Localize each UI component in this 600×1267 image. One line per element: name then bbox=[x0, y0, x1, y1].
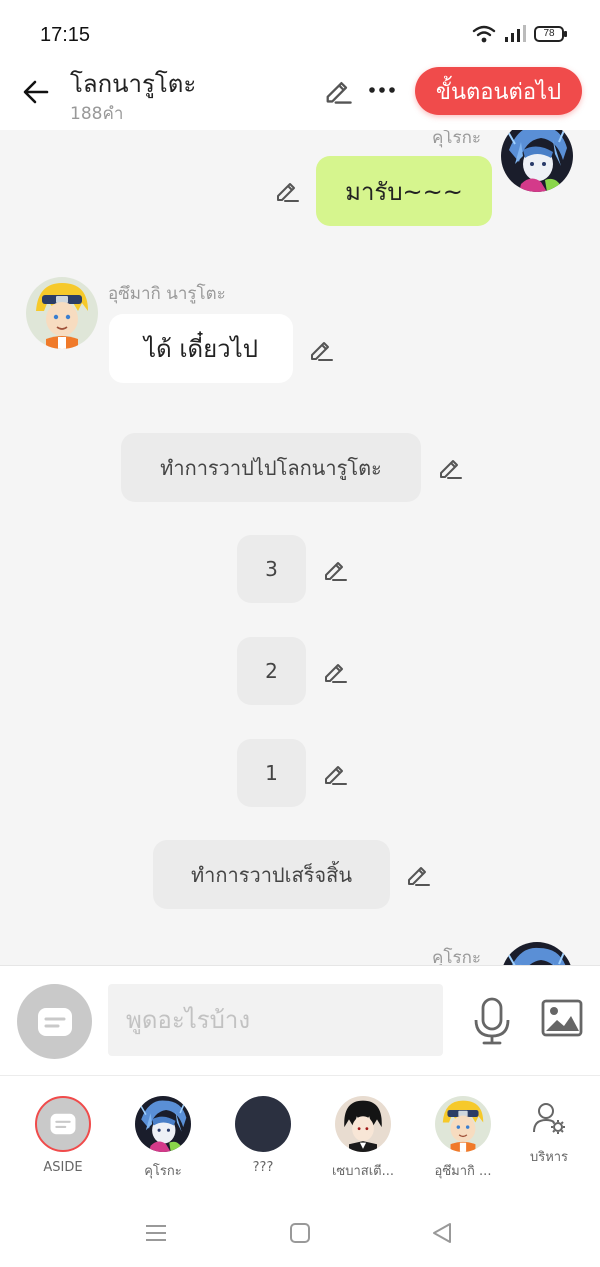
input-bar bbox=[0, 965, 600, 1075]
narration-bubble[interactable]: ทำการวาปไปโลกนารูโตะ bbox=[121, 433, 421, 502]
status-bar: 17:15 78 bbox=[0, 0, 600, 64]
kuroka-avatar bbox=[135, 1096, 191, 1152]
status-icons: 78 bbox=[472, 24, 567, 44]
sebastian-avatar-image bbox=[335, 1096, 391, 1152]
message-bubble[interactable]: ได้ เดี๋ยวไป bbox=[109, 314, 293, 383]
wifi-icon bbox=[472, 25, 496, 43]
avatar-kuroka[interactable] bbox=[501, 130, 573, 192]
character-unknown[interactable]: ??? bbox=[213, 1096, 313, 1175]
microphone-icon[interactable] bbox=[470, 996, 514, 1046]
story-title: โลกนารูโตะ bbox=[70, 70, 197, 98]
header: โลกนารูโตะ 188คำ ขั้นตอนต่อไป bbox=[0, 56, 600, 130]
kuroka-avatar-image bbox=[501, 130, 573, 192]
edit-message-icon[interactable] bbox=[307, 335, 335, 363]
edit-message-icon[interactable] bbox=[404, 860, 432, 888]
back-nav-button[interactable] bbox=[424, 1215, 460, 1251]
edit-message-icon[interactable] bbox=[321, 759, 349, 787]
character-label: อุซึมากิ ... bbox=[434, 1164, 492, 1179]
home-nav-button[interactable] bbox=[282, 1215, 318, 1251]
word-count: 188คำ bbox=[70, 104, 124, 124]
character-label: ASIDE bbox=[43, 1160, 83, 1175]
narration-bubble[interactable]: 2 bbox=[237, 637, 306, 705]
narration-bubble[interactable]: ทำการวาปเสร็จสิ้น bbox=[153, 840, 390, 909]
manage-characters-button[interactable]: บริหาร bbox=[513, 1100, 585, 1167]
sender-name: คุโรกะ bbox=[432, 130, 482, 148]
edit-message-icon[interactable] bbox=[321, 657, 349, 685]
avatar-naruto[interactable] bbox=[26, 277, 98, 349]
character-bar: ASIDE คุโรกะ ??? เซบาสเตี... อุซึมากิ ..… bbox=[0, 1075, 600, 1195]
naruto-avatar-image bbox=[435, 1096, 491, 1152]
back-triangle-icon bbox=[433, 1223, 451, 1243]
naruto-avatar bbox=[435, 1096, 491, 1152]
aside-avatar bbox=[35, 1096, 91, 1152]
signal-icon bbox=[505, 25, 526, 42]
chat-area[interactable]: คุโรกะ มารับ~~~ อุซึมากิ นารูโตะ ได้ เดี… bbox=[0, 130, 600, 965]
character-aside[interactable]: ASIDE bbox=[13, 1096, 113, 1175]
edit-message-icon[interactable] bbox=[273, 176, 301, 204]
manage-label: บริหาร bbox=[529, 1150, 569, 1165]
character-kuroka[interactable]: คุโรกะ bbox=[113, 1096, 213, 1181]
more-options-icon[interactable] bbox=[366, 76, 398, 104]
battery-icon: 78 bbox=[534, 26, 567, 42]
unknown-avatar bbox=[235, 1096, 291, 1152]
character-label: ??? bbox=[252, 1160, 274, 1175]
message-input[interactable] bbox=[108, 984, 443, 1056]
avatar-kuroka[interactable] bbox=[501, 942, 573, 965]
sender-name: อุซึมากิ นารูโตะ bbox=[108, 284, 226, 304]
chat-bubble-icon bbox=[37, 1007, 72, 1036]
aside-toggle-button[interactable] bbox=[17, 984, 92, 1059]
edit-message-icon[interactable] bbox=[436, 453, 464, 481]
status-time: 17:15 bbox=[40, 24, 91, 46]
narration-bubble[interactable]: 1 bbox=[237, 739, 306, 807]
back-arrow-icon bbox=[23, 80, 49, 104]
menu-nav-button[interactable] bbox=[138, 1215, 174, 1251]
narration-bubble[interactable]: 3 bbox=[237, 535, 306, 603]
edit-title-icon[interactable] bbox=[322, 74, 354, 106]
kuroka-avatar-image bbox=[501, 942, 573, 965]
character-label: เซบาสเตี... bbox=[331, 1164, 395, 1179]
character-sebastian[interactable]: เซบาสเตี... bbox=[313, 1096, 413, 1181]
image-icon[interactable] bbox=[540, 998, 584, 1040]
menu-icon bbox=[146, 1225, 166, 1241]
character-naruto[interactable]: อุซึมากิ ... bbox=[413, 1096, 513, 1181]
user-settings-icon bbox=[533, 1103, 565, 1134]
message-bubble[interactable]: มารับ~~~ bbox=[316, 156, 492, 226]
back-button[interactable] bbox=[16, 72, 56, 112]
character-label: คุโรกะ bbox=[144, 1164, 182, 1179]
home-square-icon bbox=[290, 1223, 310, 1243]
naruto-avatar-image bbox=[26, 277, 98, 349]
sender-name: คุโรกะ bbox=[432, 948, 482, 965]
chat-bubble-icon bbox=[50, 1113, 76, 1135]
next-step-button[interactable]: ขั้นตอนต่อไป bbox=[415, 67, 582, 115]
sebastian-avatar bbox=[335, 1096, 391, 1152]
system-nav-bar bbox=[0, 1195, 600, 1267]
edit-message-icon[interactable] bbox=[321, 555, 349, 583]
kuroka-avatar-image bbox=[135, 1096, 191, 1152]
